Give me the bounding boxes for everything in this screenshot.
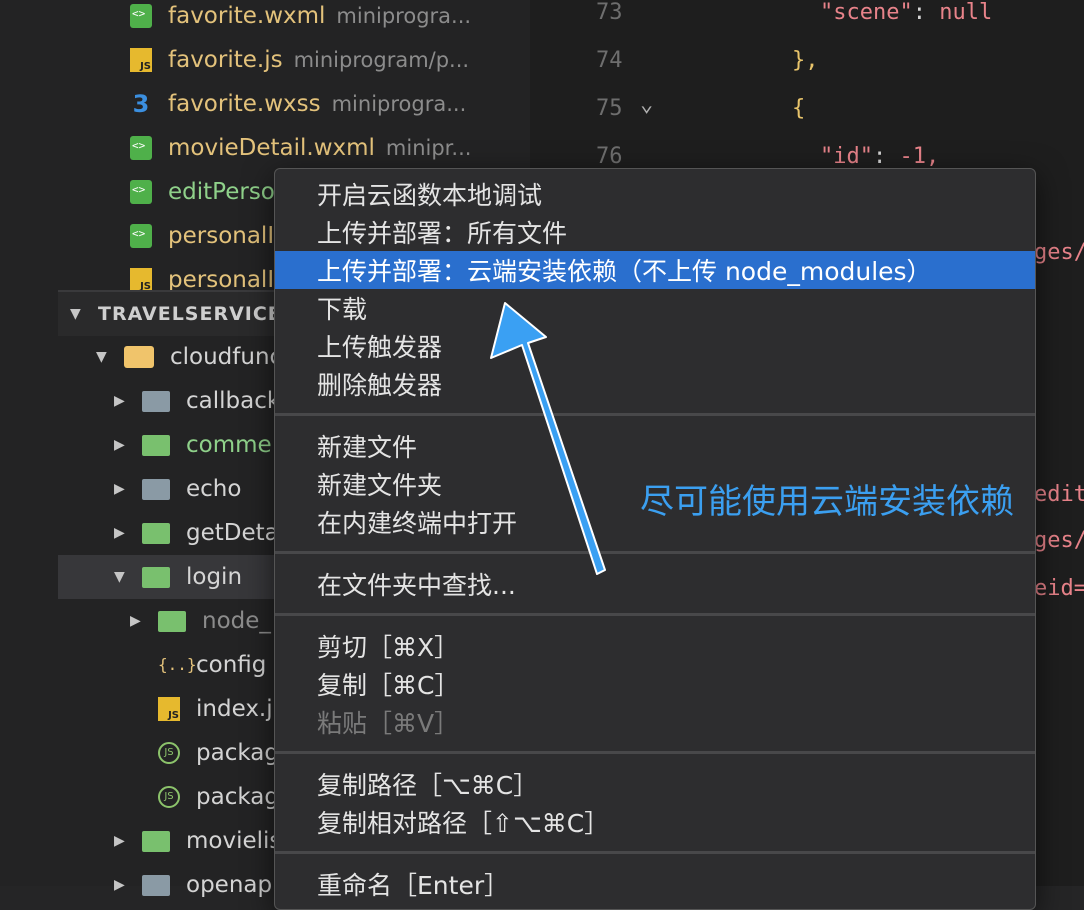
menu-item-upload-trigger[interactable]: 上传触发器 [275, 327, 1035, 365]
folder-icon [142, 478, 170, 500]
tree-label: node_ [202, 608, 271, 634]
menu-item-copy-path[interactable]: 复制路径［⌥⌘C］ [275, 765, 1035, 803]
file-item-favorite-wxss[interactable]: 3 favorite.wxss miniprogra... M [58, 82, 556, 126]
tree-label: login [186, 564, 243, 590]
menu-item-cut[interactable]: 剪切［⌘X］ [275, 627, 1035, 665]
file-name: favorite.wxss [168, 91, 321, 117]
cloud-folder-open-icon [124, 346, 154, 368]
code-fragment: eid=2 [1034, 576, 1084, 601]
js-icon [158, 697, 180, 721]
wxml-icon [130, 224, 152, 248]
folder-icon [142, 390, 170, 412]
line-number: 76 [596, 144, 623, 169]
tree-label: getDeta [186, 520, 279, 546]
tree-label: comme [186, 432, 272, 458]
menu-separator [275, 751, 1035, 754]
tree-label: packag [196, 784, 279, 810]
file-path: miniprogram/p... [293, 48, 470, 72]
css-icon: 3 [132, 90, 150, 118]
tree-label: packag [196, 740, 279, 766]
menu-item-local-debug[interactable]: 开启云函数本地调试 [275, 175, 1035, 213]
menu-separator [275, 851, 1035, 854]
code-line-75: { [792, 96, 806, 121]
menu-item-delete-trigger[interactable]: 删除触发器 [275, 365, 1035, 403]
code-fragment: ges/ [1034, 528, 1084, 553]
wxml-icon [130, 4, 152, 28]
file-name: movieDetail.wxml [168, 135, 375, 161]
wxml-icon [130, 180, 152, 204]
file-path: miniprogra... [336, 4, 472, 28]
cloud-folder-icon [158, 610, 186, 632]
js-icon [130, 268, 152, 292]
cloud-folder-open-icon [142, 566, 170, 588]
context-menu: 开启云函数本地调试 上传并部署：所有文件 上传并部署：云端安装依赖（不上传 no… [274, 168, 1036, 910]
file-name: personalI [168, 223, 275, 249]
code-fragment: edit [1034, 482, 1084, 507]
menu-separator [275, 551, 1035, 554]
menu-separator [275, 613, 1035, 616]
wxml-icon [130, 136, 152, 160]
menu-item-rename[interactable]: 重命名［Enter］ [275, 865, 1035, 903]
code-fragment: ges/ [1034, 240, 1084, 265]
tree-label: openap [186, 872, 273, 898]
menu-item-deploy-all[interactable]: 上传并部署：所有文件 [275, 213, 1035, 251]
chevron-right-icon: ▶ [114, 393, 125, 409]
code-line-76: "id": -1, [820, 144, 939, 169]
line-number: 74 [596, 48, 623, 73]
menu-item-new-file[interactable]: 新建文件 [275, 427, 1035, 465]
fold-chevron-icon[interactable]: ⌄ [640, 92, 653, 117]
file-item-moviedetail-wxml[interactable]: movieDetail.wxml minipr... M [58, 126, 556, 170]
menu-item-deploy-cloud-install[interactable]: 上传并部署：云端安装依赖（不上传 node_modules） [275, 251, 1035, 289]
node-icon: JS [158, 742, 180, 764]
tree-label: cloudfunc [170, 344, 283, 370]
menu-separator [275, 413, 1035, 416]
cloud-folder-icon [142, 434, 170, 456]
json-value: null [939, 0, 993, 25]
chevron-right-icon: ▶ [114, 877, 125, 893]
tree-label: movielis [186, 828, 282, 854]
line-number: 75 [596, 96, 623, 121]
file-path: minipr... [385, 136, 472, 160]
chevron-down-icon: ▼ [114, 569, 125, 585]
chevron-down-icon: ▼ [70, 306, 81, 322]
js-icon [130, 48, 152, 72]
json-colon: : [872, 144, 887, 169]
file-name: editPerso [168, 179, 275, 205]
tree-label: config [196, 652, 267, 678]
code-line-74: }, [792, 48, 819, 73]
file-path: miniprogra... [331, 92, 467, 116]
menu-item-download[interactable]: 下载 [275, 289, 1035, 327]
chevron-right-icon: ▶ [114, 481, 125, 497]
json-icon: {..} [158, 655, 197, 674]
tree-label: index.j [196, 696, 273, 722]
code-line-73: "scene": null [820, 0, 992, 25]
node-icon: JS [158, 786, 180, 808]
chevron-right-icon: ▶ [114, 833, 125, 849]
json-key: "scene" [820, 0, 913, 25]
menu-item-copy[interactable]: 复制［⌘C］ [275, 665, 1035, 703]
json-key: "id" [820, 144, 873, 169]
json-colon: : [912, 0, 926, 25]
menu-item-copy-relative-path[interactable]: 复制相对路径［⇧⌥⌘C］ [275, 803, 1035, 841]
file-name: favorite.js [168, 47, 283, 73]
tree-label: callback [186, 388, 281, 414]
json-value: -1, [899, 144, 940, 169]
file-item-favorite-wxml[interactable]: favorite.wxml miniprogra... M [58, 0, 556, 38]
file-name: favorite.wxml [168, 3, 326, 29]
section-title: TRAVELSERVICE [98, 303, 282, 325]
cloud-folder-icon [142, 522, 170, 544]
chevron-right-icon: ▶ [130, 613, 141, 629]
folder-icon [142, 874, 170, 896]
cloud-folder-icon [142, 830, 170, 852]
menu-item-find-in-folder[interactable]: 在文件夹中查找... [275, 565, 1035, 603]
chevron-right-icon: ▶ [114, 437, 125, 453]
line-number: 73 [596, 0, 623, 25]
chevron-right-icon: ▶ [114, 525, 125, 541]
tree-label: echo [186, 476, 242, 502]
chevron-down-icon: ▼ [96, 349, 107, 365]
file-item-favorite-js[interactable]: favorite.js miniprogram/p... M [58, 38, 556, 82]
annotation-text: 尽可能使用云端安装依赖 [640, 482, 1014, 522]
menu-item-paste: 粘贴［⌘V］ [317, 709, 460, 738]
